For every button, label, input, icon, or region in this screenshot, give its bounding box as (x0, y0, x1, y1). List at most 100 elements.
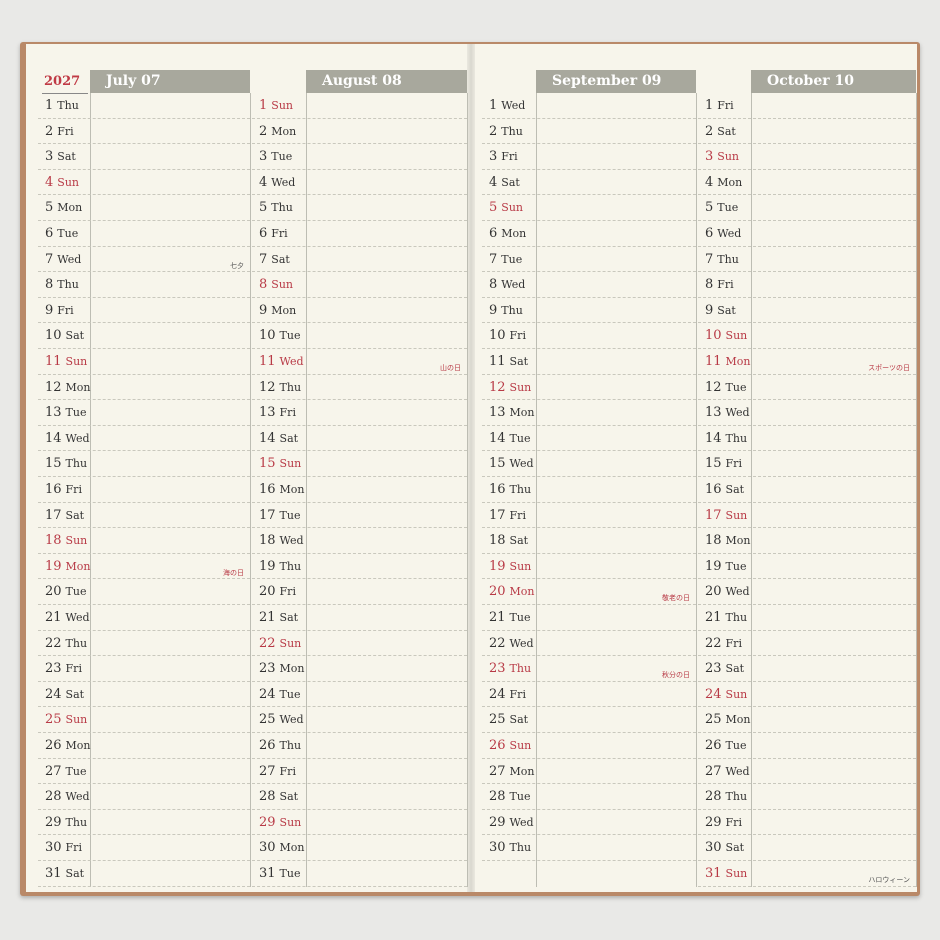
day-number: 22 (259, 635, 276, 651)
weekday: Mon (725, 534, 751, 548)
day-label: 8 Wed (489, 277, 525, 292)
weekday: Wed (725, 406, 750, 420)
day-label: 20 Mon (489, 584, 535, 599)
weekday: Sat (65, 508, 85, 522)
day-label: 4 Sat (489, 175, 520, 190)
day-label: 16 Thu (489, 482, 531, 497)
weekday: Sun (725, 687, 748, 701)
weekday: Sun (509, 380, 532, 394)
weekday: Sat (271, 252, 290, 266)
day-label: 12 Mon (45, 380, 91, 395)
day-number: 12 (45, 379, 62, 395)
day-label: 10 Fri (489, 328, 526, 343)
day-label: 4 Wed (259, 175, 295, 190)
day-number: 24 (259, 686, 276, 702)
weekday: Thu (57, 278, 79, 292)
weekday: Mon (271, 124, 297, 138)
weekday: Sat (717, 124, 736, 138)
day-number: 15 (489, 456, 506, 472)
day-number: 20 (45, 584, 62, 600)
day-label: 7 Wed (45, 252, 81, 267)
weekday: Sat (279, 431, 299, 445)
day-number: 27 (259, 763, 276, 779)
day-label: 24 Sat (45, 687, 84, 702)
weekday: Mon (725, 713, 751, 727)
day-number: 19 (489, 558, 506, 574)
weekday: Tue (65, 764, 87, 778)
day-label: 25 Sun (45, 712, 87, 727)
day-label: 13 Wed (705, 405, 750, 420)
day-label: 4 Mon (705, 175, 742, 190)
weekday: Sun (725, 867, 748, 880)
day-number: 7 (705, 251, 714, 267)
day-label: 2 Fri (45, 124, 74, 139)
day-number: 24 (705, 686, 722, 702)
day-label: 23 Fri (45, 661, 82, 676)
weekday: Sun (271, 99, 293, 112)
weekday: Wed (509, 457, 534, 471)
day-number: 21 (705, 610, 722, 625)
day-number: 3 (45, 149, 54, 165)
weekday: Mon (509, 764, 535, 778)
day-number: 3 (705, 149, 714, 165)
day-number: 25 (705, 712, 722, 728)
day-number: 11 (705, 354, 722, 369)
day-label: 6 Wed (705, 226, 741, 241)
year-label: 2027 (44, 74, 81, 89)
weekday: Wed (501, 278, 526, 292)
day-label: 22 Fri (705, 636, 742, 651)
day-label: 30 Mon (259, 840, 305, 855)
day-label: 22 Wed (489, 636, 534, 651)
weekday: Mon (725, 355, 751, 368)
weekday: Wed (501, 99, 526, 112)
weekday: Thu (725, 790, 748, 804)
holiday-label: 秋分の日 (662, 671, 690, 680)
day-number: 5 (705, 200, 714, 216)
day-number: 16 (45, 482, 62, 497)
day-label: 8 Sun (259, 277, 293, 292)
weekday: Tue (65, 406, 87, 420)
day-number: 2 (45, 123, 54, 139)
day-number: 28 (259, 789, 276, 805)
weekday: Sun (509, 559, 532, 573)
day-number: 2 (259, 123, 268, 139)
day-label: 25 Sat (489, 712, 528, 727)
weekday: Sat (57, 150, 76, 164)
weekday: Fri (65, 483, 82, 496)
day-label: 1 Fri (705, 98, 734, 113)
weekday: Wed (279, 713, 304, 727)
column-divider (467, 93, 468, 887)
day-number: 20 (259, 584, 276, 600)
weekday: Fri (725, 815, 742, 829)
weekday: Wed (725, 585, 750, 599)
weekday: Tue (271, 150, 293, 164)
weekday: Fri (509, 508, 526, 522)
weekday: Sun (509, 739, 532, 752)
day-label: 23 Sat (705, 661, 744, 676)
day-number: 31 (705, 866, 722, 881)
day-label: 17 Sat (45, 508, 84, 523)
weekday: Sun (501, 201, 523, 215)
day-number: 23 (45, 661, 62, 677)
day-label: 21 Tue (489, 610, 530, 625)
weekday: Tue (509, 431, 531, 445)
day-number: 30 (489, 840, 506, 856)
weekday: Wed (725, 764, 750, 778)
day-number: 28 (45, 789, 62, 805)
column-divider (250, 93, 251, 887)
day-number: 10 (259, 328, 276, 344)
day-label: 19 Thu (259, 559, 301, 574)
weekday: Tue (509, 790, 531, 804)
weekday: Thu (271, 201, 293, 215)
day-number: 19 (45, 558, 62, 574)
day-label: 1 Wed (489, 98, 525, 113)
weekday: Thu (65, 815, 88, 829)
weekday: Fri (279, 764, 296, 778)
day-label: 5 Mon (45, 200, 82, 215)
weekday: Fri (57, 124, 74, 138)
weekday: Thu (725, 611, 748, 624)
day-number: 29 (259, 814, 276, 830)
day-number: 28 (705, 789, 722, 805)
weekday: Wed (65, 790, 90, 804)
weekday: Fri (509, 687, 526, 701)
